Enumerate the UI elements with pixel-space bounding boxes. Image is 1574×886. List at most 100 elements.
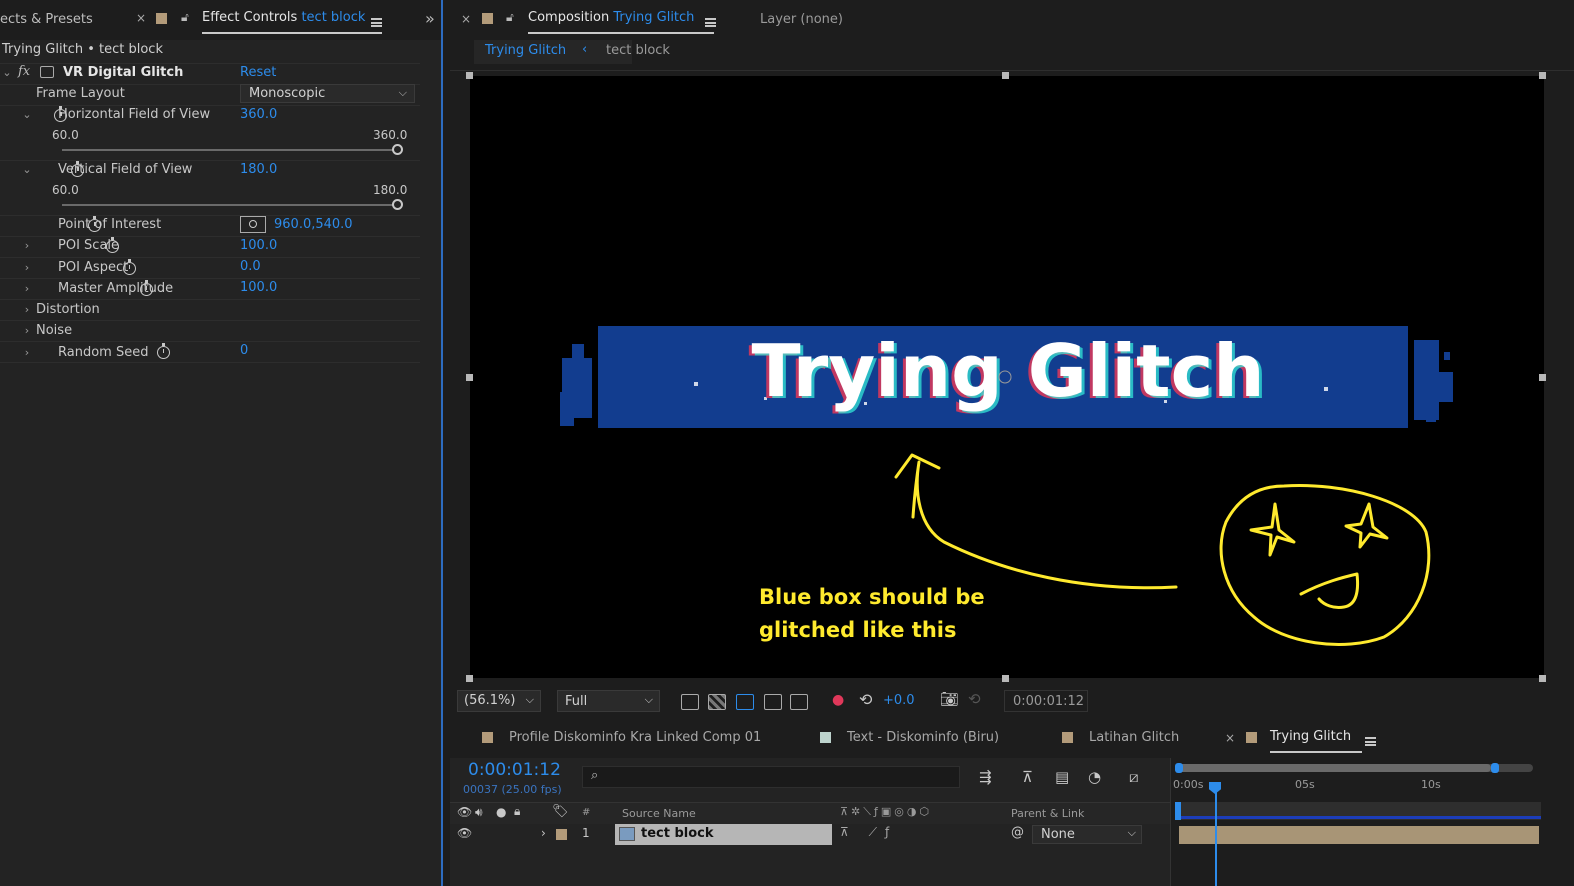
audio-icon[interactable]: 🔊︎ — [475, 805, 483, 820]
frame-blending-icon[interactable]: ▤ — [1055, 768, 1069, 786]
twirl-random-seed[interactable]: › — [22, 346, 32, 359]
reset-link[interactable]: Reset — [240, 65, 276, 80]
current-time-display[interactable]: 0:00:01:12 — [1004, 690, 1088, 712]
poi-aspect-value[interactable]: 0.0 — [240, 259, 261, 274]
tab-effects-presets[interactable]: ects & Presets — [0, 12, 93, 27]
twirl-distortion[interactable]: › — [22, 303, 32, 316]
panel-menu-icon[interactable] — [371, 18, 382, 27]
layer-switches[interactable]: ⊼ ⟋ƒ — [840, 825, 897, 840]
timeline-timecode[interactable]: 0:00:01:12 — [468, 760, 561, 780]
random-seed-value[interactable]: 0 — [240, 343, 248, 358]
col-parent-link[interactable]: Parent & Link — [1011, 807, 1084, 820]
close-icon[interactable]: × — [136, 11, 146, 25]
region-of-interest-icon[interactable] — [764, 694, 782, 710]
chevron-right-icon[interactable]: › — [541, 826, 546, 840]
layer-name-cell[interactable]: tect block — [615, 824, 832, 845]
playhead[interactable] — [1215, 784, 1217, 886]
twirl-master-amp[interactable]: › — [22, 282, 32, 295]
show-snapshot-icon[interactable]: ⟲ — [968, 690, 981, 708]
eye-icon[interactable]: 👁︎ — [457, 805, 472, 819]
twirl-poi-scale[interactable]: › — [22, 239, 32, 252]
tab-trying-glitch[interactable]: Trying Glitch — [1270, 729, 1362, 753]
noise-label[interactable]: Noise — [36, 323, 72, 338]
comp-viewer[interactable]: Trying Glitch Trying Glitch Trying Glitc… — [464, 72, 1554, 684]
label-swatch — [820, 732, 831, 743]
layer-label-swatch[interactable] — [556, 829, 567, 840]
solo-icon[interactable]: ● — [496, 805, 506, 819]
twirl-noise[interactable]: › — [22, 324, 32, 337]
label-icon[interactable]: 🏷︎ — [552, 804, 569, 819]
poi-value[interactable]: 960.0,540.0 — [274, 217, 353, 232]
mask-visibility-icon[interactable] — [736, 694, 754, 710]
tab-effect-controls-label: Effect Controls — [202, 10, 298, 25]
frame-layout-dropdown[interactable]: Monoscopic ⌵ — [240, 84, 415, 103]
layer-header-row: 👁︎ 🔊︎ ● 🔒︎ 🏷︎ # Source Name ⊼✲⟍ƒ▣◎◑⬡ Par… — [450, 802, 1170, 824]
twirl-poi-aspect[interactable]: › — [22, 261, 32, 274]
fast-preview-icon[interactable] — [681, 694, 699, 710]
comp-flowchart-icon[interactable]: ⇶ — [979, 768, 992, 786]
lock-icon[interactable]: 🔒︎ — [514, 804, 520, 819]
lock-icon[interactable]: 🔓︎ — [506, 10, 514, 25]
exposure-value[interactable]: +0.0 — [883, 693, 915, 708]
crumb-tect-block[interactable]: tect block — [606, 43, 670, 58]
vfov-slider[interactable] — [62, 204, 397, 206]
hfov-value[interactable]: 360.0 — [240, 107, 277, 122]
vfov-slider-knob[interactable] — [391, 199, 403, 210]
twirl-vfov[interactable]: ⌄ — [22, 163, 32, 176]
resolution-dropdown[interactable]: Full ⌵ — [557, 690, 660, 712]
fx-icon[interactable]: fx — [18, 64, 30, 79]
playhead-head[interactable] — [1209, 782, 1221, 794]
crosshair-icon[interactable] — [240, 216, 266, 233]
zoom-dropdown[interactable]: (56.1%) ⌵ — [457, 690, 541, 712]
panel-menu-icon[interactable] — [705, 18, 716, 27]
panel-menu-icon[interactable] — [1365, 737, 1376, 746]
twirl-hfov[interactable]: ⌄ — [22, 108, 32, 121]
lock-icon[interactable]: 🔓︎ — [181, 10, 189, 25]
shy-layers-icon[interactable]: ⊼ — [1022, 768, 1033, 786]
parent-dropdown[interactable]: None ⌵ — [1032, 825, 1142, 844]
tab-layer[interactable]: Layer (none) — [760, 12, 843, 27]
distortion-label[interactable]: Distortion — [36, 302, 100, 317]
camera-icon[interactable]: 📷︎ — [940, 690, 959, 708]
reset-exposure-icon[interactable]: ⟲ — [859, 690, 872, 709]
close-icon[interactable]: × — [461, 12, 471, 26]
tab-composition-name: Trying Glitch — [613, 10, 695, 25]
chevron-down-icon: ⌵ — [525, 693, 534, 706]
col-source-name[interactable]: Source Name — [622, 807, 696, 820]
hfov-max: 360.0 — [373, 128, 408, 142]
tab-profile-diskominfo[interactable]: Profile Diskominfo Kra Linked Comp 01 — [509, 730, 761, 745]
effect-controls-panel: ects & Presets × 🔓︎ Effect Controls tect… — [0, 0, 443, 886]
hfov-slider-knob[interactable] — [391, 144, 403, 155]
vfov-value[interactable]: 180.0 — [240, 162, 277, 177]
transparency-grid-icon[interactable] — [708, 694, 726, 710]
tab-text-diskominfo[interactable]: Text - Diskominfo (Biru) — [847, 730, 999, 745]
twirl-effect[interactable]: ⌄ — [2, 66, 12, 79]
grid-guides-icon[interactable] — [790, 694, 808, 710]
hfov-slider[interactable] — [62, 149, 397, 151]
channel-icon[interactable]: ● — [832, 692, 844, 708]
tab-composition[interactable]: Composition Trying Glitch — [528, 10, 714, 34]
ruler-05s: 05s — [1295, 778, 1315, 791]
close-icon[interactable]: × — [1225, 731, 1235, 745]
frame-count: 00037 (25.00 fps) — [463, 783, 562, 796]
master-amp-value[interactable]: 100.0 — [240, 280, 277, 295]
eye-icon[interactable]: 👁︎ — [457, 826, 472, 840]
table-row[interactable]: 👁︎ › 1 tect block ⊼ ⟋ƒ @ None ⌵ — [450, 824, 1170, 846]
stopwatch-icon[interactable] — [156, 343, 170, 359]
tab-effect-controls[interactable]: Effect Controls tect block — [202, 10, 382, 34]
expand-panels-icon[interactable]: » — [425, 9, 435, 28]
tab-latihan-glitch[interactable]: Latihan Glitch — [1089, 730, 1179, 745]
breadcrumb: Trying Glitch • tect block — [2, 42, 163, 57]
layer-duration-bar[interactable] — [1179, 826, 1539, 844]
poi-scale-value[interactable]: 100.0 — [240, 238, 277, 253]
graph-editor-icon[interactable]: ⧄ — [1129, 768, 1139, 786]
motion-blur-icon[interactable]: ◔ — [1088, 768, 1101, 786]
timeline-search-input[interactable]: ⌕ — [582, 766, 960, 788]
resolution-value: Full — [565, 694, 588, 709]
ruler-0s: 0:00s — [1173, 778, 1204, 791]
parent-value: None — [1041, 827, 1075, 842]
vfov-max: 180.0 — [373, 183, 408, 197]
work-area-bar[interactable] — [1175, 763, 1533, 773]
hfov-label: Horizontal Field of View — [58, 107, 211, 122]
pick-whip-icon[interactable]: @ — [1011, 825, 1024, 840]
